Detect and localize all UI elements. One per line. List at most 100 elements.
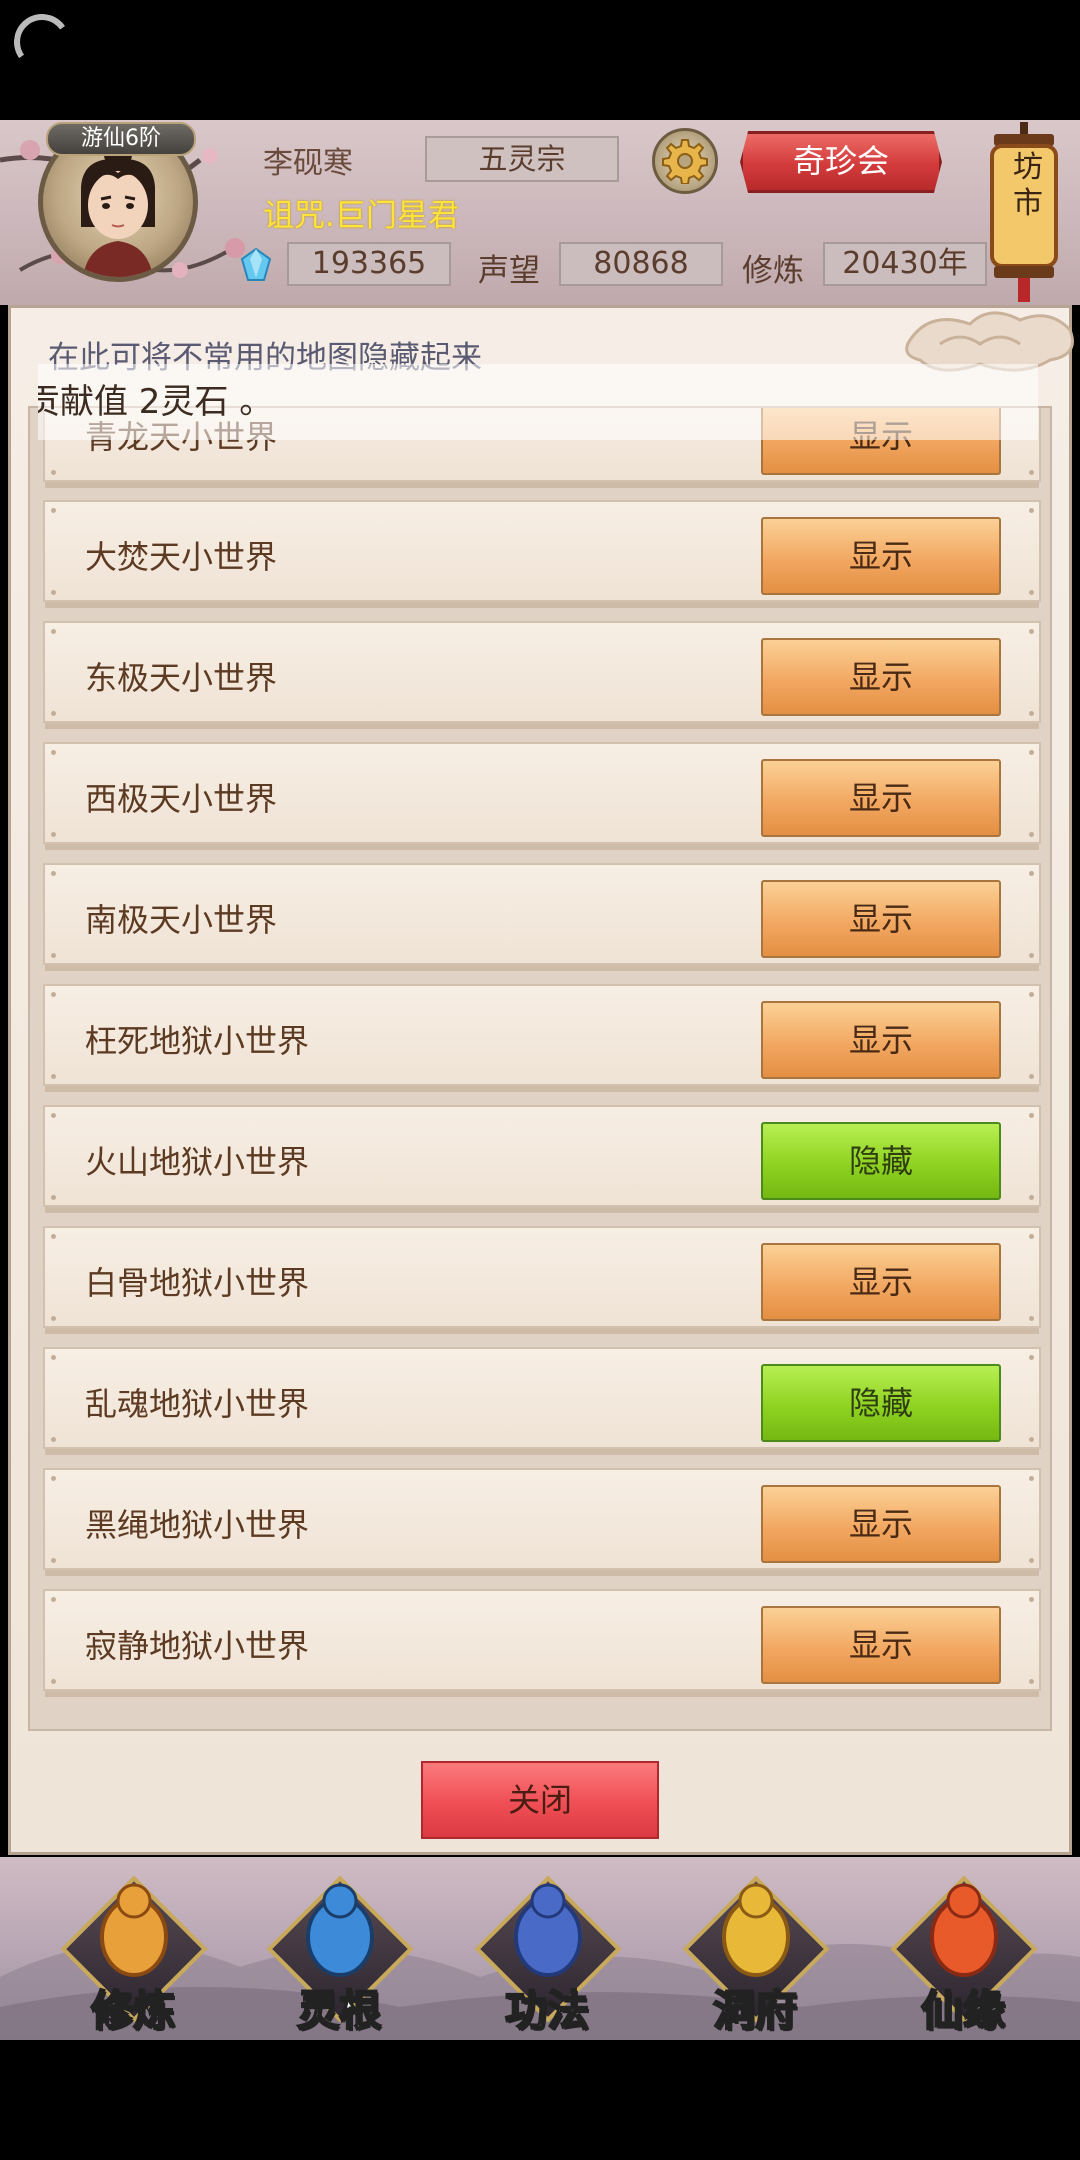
row-corner-dot (1029, 1476, 1034, 1481)
row-corner-dot (51, 871, 56, 876)
row-corner-dot (51, 1074, 56, 1079)
show-map-button[interactable]: 显示 (761, 880, 1001, 958)
row-corner-dot (51, 1437, 56, 1442)
status-bar (0, 0, 1080, 120)
row-corner-dot (1029, 1597, 1034, 1602)
gourd-icon (930, 1883, 998, 1977)
map-name: 黑绳地狱小世界 (85, 1506, 310, 1544)
hide-map-button[interactable]: 隐藏 (761, 1364, 1001, 1442)
row-corner-dot (1029, 1195, 1034, 1200)
reputation-value: 80868 (559, 242, 723, 286)
row-corner-dot (51, 1234, 56, 1239)
row-corner-dot (51, 1597, 56, 1602)
map-name: 火山地狱小世界 (85, 1143, 310, 1181)
row-corner-dot (1029, 953, 1034, 958)
map-name: 大焚天小世界 (85, 538, 278, 576)
row-corner-dot (1029, 590, 1034, 595)
row-corner-dot (1029, 1234, 1034, 1239)
map-name: 西极天小世界 (85, 780, 278, 818)
row-corner-dot (51, 1195, 56, 1200)
row-corner-dot (51, 750, 56, 755)
nav-label: 功法 (504, 1985, 590, 2036)
row-corner-dot (51, 992, 56, 997)
nav-item[interactable]: 功法 (472, 1875, 622, 2036)
treasure-auction-button[interactable]: 奇珍会 (740, 131, 942, 193)
show-map-button[interactable]: 显示 (761, 759, 1001, 837)
map-row: 火山地狱小世界 隐藏 (43, 1105, 1041, 1213)
market-button-label: 坊市 (1013, 150, 1043, 221)
player-title: 诅咒.巨门星君 (263, 198, 459, 234)
row-corner-dot (51, 1558, 56, 1563)
gear-icon (662, 139, 708, 184)
nav-label: 洞府 (712, 1985, 798, 2036)
loading-icon (9, 9, 75, 75)
row-corner-dot (1029, 711, 1034, 716)
row-corner-dot (1029, 1316, 1034, 1321)
row-corner-dot (1029, 750, 1034, 755)
spirit-stone-icon (240, 248, 272, 281)
row-corner-dot (1029, 470, 1034, 475)
nav-label: 修炼 (90, 1985, 176, 2036)
row-corner-dot (1029, 1113, 1034, 1118)
bottom-navigation: 修炼 灵根 功法 洞府 仙缘 (0, 1857, 1080, 2040)
map-name: 枉死地狱小世界 (85, 1022, 310, 1060)
row-corner-dot (1029, 1074, 1034, 1079)
map-row: 寂静地狱小世界 显示 (43, 1589, 1041, 1697)
row-corner-dot (51, 1316, 56, 1321)
settings-button[interactable] (652, 128, 718, 194)
nav-label: 灵根 (296, 1985, 382, 2036)
nav-item[interactable]: 灵根 (264, 1875, 414, 2036)
show-map-button[interactable]: 显示 (761, 1001, 1001, 1079)
hide-map-button[interactable]: 隐藏 (761, 1122, 1001, 1200)
row-corner-dot (51, 629, 56, 634)
nav-item[interactable]: 洞府 (680, 1875, 830, 2036)
row-corner-dot (51, 832, 56, 837)
map-name: 寂静地狱小世界 (85, 1627, 310, 1665)
map-row: 枉死地狱小世界 显示 (43, 984, 1041, 1092)
row-corner-dot (51, 470, 56, 475)
show-map-button[interactable]: 显示 (761, 1606, 1001, 1684)
map-row: 大焚天小世界 显示 (43, 500, 1041, 608)
reputation-label: 声望 (478, 253, 540, 289)
show-map-button[interactable]: 显示 (761, 517, 1001, 595)
row-corner-dot (1029, 1437, 1034, 1442)
row-corner-dot (1029, 992, 1034, 997)
row-corner-dot (51, 711, 56, 716)
map-list[interactable]: 青龙天小世界显示大焚天小世界显示东极天小世界显示西极天小世界显示南极天小世界显示… (28, 406, 1052, 1731)
toast-message: 贡献值 2灵石 。 (38, 364, 1038, 440)
player-name: 李砚寒 (263, 146, 353, 181)
map-row: 东极天小世界 显示 (43, 621, 1041, 729)
bottom-bar (0, 2040, 1080, 2160)
row-corner-dot (1029, 832, 1034, 837)
row-corner-dot (1029, 1679, 1034, 1684)
show-map-button[interactable]: 显示 (761, 1485, 1001, 1563)
map-name: 乱魂地狱小世界 (85, 1385, 310, 1423)
row-corner-dot (51, 1113, 56, 1118)
row-corner-dot (1029, 1355, 1034, 1360)
spirit-root-icon (306, 1883, 374, 1977)
cultivator-icon (100, 1883, 168, 1977)
rank-badge: 游仙6阶 (46, 122, 196, 156)
spirit-stones-value: 193365 (287, 242, 451, 286)
row-corner-dot (1029, 871, 1034, 876)
map-row: 南极天小世界 显示 (43, 863, 1041, 971)
row-corner-dot (51, 1679, 56, 1684)
map-name: 南极天小世界 (85, 901, 278, 939)
map-name: 东极天小世界 (85, 659, 278, 697)
nav-item[interactable]: 修炼 (58, 1875, 208, 2036)
nav-label: 仙缘 (920, 1985, 1006, 2036)
show-map-button[interactable]: 显示 (761, 1243, 1001, 1321)
row-corner-dot (1029, 508, 1034, 513)
show-map-button[interactable]: 显示 (761, 638, 1001, 716)
row-corner-dot (51, 953, 56, 958)
sect-name: 五灵宗 (425, 136, 619, 182)
map-row: 西极天小世界 显示 (43, 742, 1041, 850)
map-row: 乱魂地狱小世界 隐藏 (43, 1347, 1041, 1455)
cave-mansion-icon (722, 1883, 790, 1977)
close-button[interactable]: 关闭 (421, 1761, 659, 1839)
row-corner-dot (1029, 1558, 1034, 1563)
cultivation-years-value: 20430年 (823, 242, 987, 286)
row-corner-dot (51, 1476, 56, 1481)
nav-item[interactable]: 仙缘 (888, 1875, 1038, 2036)
map-row: 白骨地狱小世界 显示 (43, 1226, 1041, 1334)
